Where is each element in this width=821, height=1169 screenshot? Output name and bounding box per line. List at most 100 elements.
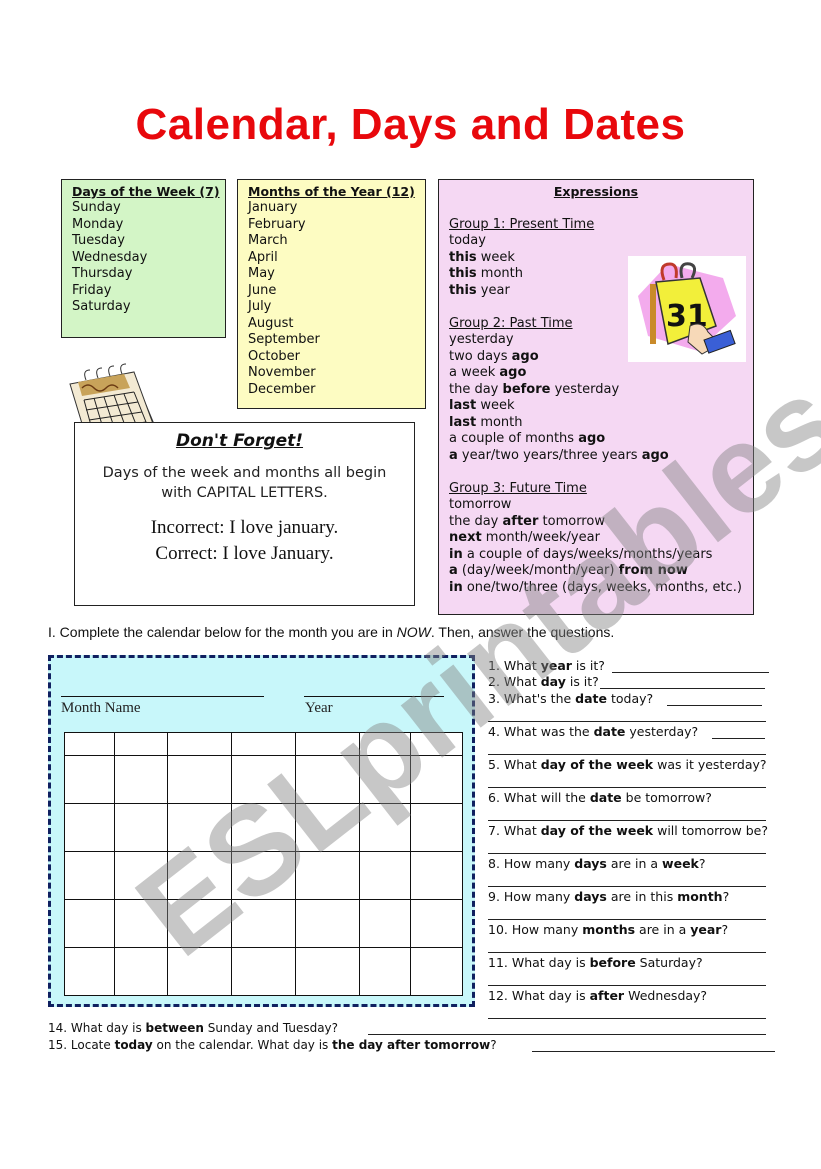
instruction: I. Complete the calendar below for the m… [48,624,614,640]
calendar-day-cell[interactable] [231,947,296,996]
note-body-line-2: with CAPITAL LETTERS. [161,485,328,501]
expression-keyword: next [449,530,482,545]
calendar-header-cell[interactable] [359,732,411,756]
calendar-day-cell[interactable] [114,803,168,852]
calendar-day-cell[interactable] [295,947,360,996]
calendar-day-cell[interactable] [295,755,360,804]
calendar-day-cell[interactable] [167,899,232,948]
day-item: Monday [72,216,124,232]
calendar-row [64,755,463,804]
months-list: January February March April May June July Augu… [248,200,425,398]
calendar-day-cell[interactable] [359,755,411,804]
calendar-header-cell[interactable] [114,732,168,756]
answer-line[interactable] [488,919,766,920]
answer-line[interactable] [612,672,769,673]
month-item: October [248,348,301,364]
calendar-day-cell[interactable] [64,851,115,900]
months-of-year-box: Months of the Year (12) January February M… [237,179,426,409]
question-keyword: year [690,922,722,937]
calendar-day-cell[interactable] [231,755,296,804]
day-item: Wednesday [72,249,148,265]
answer-line[interactable] [488,886,766,887]
year-line[interactable] [304,696,444,697]
question-keyword: date [589,790,622,805]
answer-line[interactable] [532,1051,775,1052]
calendar-day-cell[interactable] [64,803,115,852]
calendar-day-cell[interactable] [114,947,168,996]
expression-item: a year/two years/three years ago [449,447,669,463]
question-keyword: year [540,658,572,673]
answer-line[interactable] [712,738,765,739]
answer-line[interactable] [488,1018,766,1019]
calendar-header-cell[interactable] [167,732,232,756]
expression-keyword: in [449,579,463,595]
note-examples: Incorrect: I love january. Correct: I lo… [75,515,414,567]
calendar-day-cell[interactable] [64,755,115,804]
answer-line[interactable] [600,688,765,689]
calendar-day-cell[interactable] [114,899,168,948]
question: 12. What day is after Wednesday? [488,988,708,1003]
expression-item: last month [449,414,523,430]
question-keyword: between [145,1021,204,1035]
expression-keyword: ago [511,348,539,364]
days-heading: Days of the Week (7) [72,184,220,199]
calendar-day-cell[interactable] [231,899,296,948]
month-item: May [248,266,275,281]
calendar-row [64,803,463,852]
answer-line[interactable] [488,985,766,986]
calendar-day-cell[interactable] [410,947,463,996]
question-keyword: week [662,856,699,871]
month-item: February [248,216,306,232]
question-keyword: days [574,889,607,904]
calendar-day-cell[interactable] [295,851,360,900]
answer-line[interactable] [667,705,762,706]
answer-line[interactable] [488,853,766,854]
calendar-day-cell[interactable] [359,947,411,996]
expression-keyword: a [449,563,458,578]
answer-line[interactable] [488,754,766,755]
question: 11. What day is before Saturday? [488,955,703,970]
note-body-line-1: Days of the week and months all begin [102,465,387,481]
calendar-day-cell[interactable] [64,947,115,996]
month-name-line[interactable] [61,696,264,697]
calendar-day-cell[interactable] [167,947,232,996]
calendar-day-cell[interactable] [114,755,168,804]
calendar-day-cell[interactable] [359,803,411,852]
calendar-day-cell[interactable] [410,899,463,948]
calendar-header-cell[interactable] [64,732,115,756]
expression-keyword: in [449,546,463,562]
question-keyword: date [575,691,607,706]
expression-item: today [449,233,486,248]
answer-line[interactable] [488,952,766,953]
calendar-day-cell[interactable] [167,755,232,804]
calendar-day-cell[interactable] [359,899,411,948]
calendar-day-cell[interactable] [64,899,115,948]
answer-line[interactable] [488,820,766,821]
calendar-day-cell[interactable] [410,803,463,852]
calendar-day-cell[interactable] [231,851,296,900]
answer-line[interactable] [368,1034,766,1035]
calendar-header-cell[interactable] [231,732,296,756]
days-of-week-box: Days of the Week (7) Sunday Monday Tuesday… [61,179,226,338]
calendar-header-cell[interactable] [410,732,463,756]
expression-keyword: a [449,447,458,463]
calendar-header-cell[interactable] [295,732,360,756]
calendar-day-cell[interactable] [167,851,232,900]
month-item: December [248,381,316,397]
calendar-row [64,732,463,756]
month-item: April [248,249,278,265]
question-keyword: today [114,1038,153,1052]
calendar-day-cell[interactable] [231,803,296,852]
page-title: Calendar, Days and Dates [135,100,686,149]
calendar-day-cell[interactable] [359,851,411,900]
calendar-day-cell[interactable] [167,803,232,852]
question-keyword: day of the week [540,757,654,772]
calendar-day-cell[interactable] [295,899,360,948]
calendar-day-cell[interactable] [295,803,360,852]
calendar-day-cell[interactable] [410,851,463,900]
answer-line[interactable] [488,787,766,788]
answer-line[interactable] [488,721,766,722]
calendar-day-cell[interactable] [114,851,168,900]
calendar-day-cell[interactable] [410,755,463,804]
